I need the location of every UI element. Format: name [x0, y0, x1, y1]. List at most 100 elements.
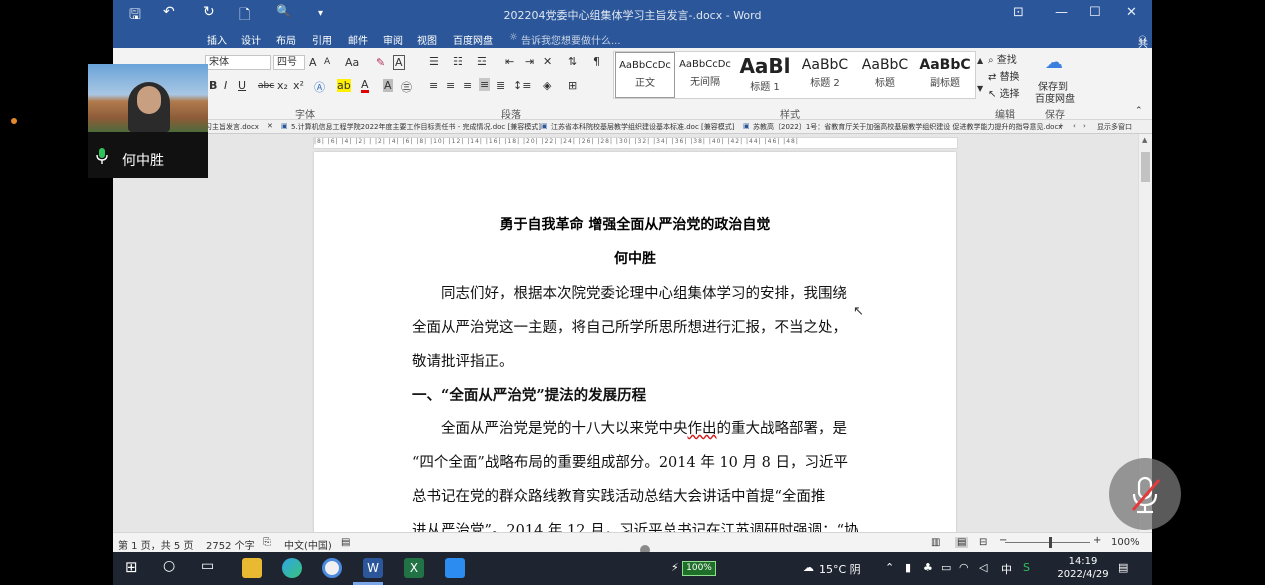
tab-insert[interactable]: 插入: [207, 32, 227, 47]
start-icon[interactable]: ⊞: [125, 558, 138, 576]
ime-indicator[interactable]: 中: [1001, 561, 1012, 577]
clear-format-icon[interactable]: ✎: [376, 56, 385, 69]
weather-text[interactable]: 15°C 阴: [819, 561, 861, 577]
minimize-button[interactable]: —: [1055, 5, 1068, 20]
shrink-font-button[interactable]: A: [324, 57, 330, 67]
justify-icon[interactable]: ≡: [479, 78, 491, 91]
highlight-icon[interactable]: ab: [337, 79, 351, 92]
close-button[interactable]: ✕: [1126, 5, 1137, 20]
horizontal-ruler[interactable]: |8| |6| |4| |2| | |2| |4| |6| |8| |10| |…: [313, 137, 958, 149]
volume-icon[interactable]: ◁: [979, 561, 987, 574]
word-count[interactable]: 2752 个字: [206, 537, 255, 552]
ribbon-display-icon[interactable]: ⊡: [1013, 5, 1024, 20]
style-no-spacing[interactable]: AaBbCcDc 无间隔: [675, 52, 735, 98]
underline-button[interactable]: U: [238, 79, 246, 92]
subscript-button[interactable]: x₂: [277, 79, 288, 92]
font-name-combo[interactable]: 宋体: [205, 55, 271, 70]
font-color-icon[interactable]: A: [361, 79, 369, 93]
tab-next-icon[interactable]: ›: [1083, 122, 1086, 130]
multi-window-button[interactable]: 显示多窗口: [1097, 122, 1132, 132]
excel-taskbar-icon[interactable]: X: [404, 558, 424, 578]
styles-scroll-up-icon[interactable]: ▲: [977, 56, 983, 65]
tab-review[interactable]: 审阅: [383, 32, 403, 47]
strikethrough-button[interactable]: abc: [258, 81, 274, 91]
tab-view[interactable]: 视图: [417, 32, 437, 47]
print-layout-icon[interactable]: ▤: [955, 537, 969, 548]
show-marks-icon[interactable]: ¶: [593, 55, 600, 68]
grow-font-button[interactable]: A: [309, 56, 317, 69]
new-tab-icon[interactable]: +: [1058, 122, 1064, 130]
borders-icon[interactable]: ⊞: [568, 79, 577, 92]
enclose-char-icon[interactable]: ㊂: [401, 79, 412, 95]
increase-indent-icon[interactable]: ⇥: [525, 55, 534, 68]
select-button[interactable]: ↖ 选择: [988, 85, 1020, 100]
italic-button[interactable]: I: [224, 79, 227, 92]
meeting-app-icon[interactable]: [445, 558, 465, 578]
zoom-in-button[interactable]: +: [1093, 535, 1101, 546]
scrollbar-thumb[interactable]: [1141, 152, 1150, 182]
styles-more-icon[interactable]: ▼: [977, 84, 983, 93]
align-center-icon[interactable]: ≡: [446, 79, 455, 92]
language[interactable]: 中文(中国): [284, 537, 332, 552]
distributed-icon[interactable]: ≣: [496, 79, 505, 92]
zoom-slider-thumb[interactable]: [1049, 537, 1052, 548]
doc-tab[interactable]: 5.计算机信息工程学院2022年度主要工作目标责任书 - 完成情况.doc [兼…: [291, 122, 541, 132]
page-count[interactable]: 第 1 页，共 5 页: [118, 537, 193, 552]
char-border-icon[interactable]: A: [393, 55, 405, 70]
shading-icon[interactable]: ◈: [543, 79, 551, 92]
read-mode-icon[interactable]: ▥: [931, 537, 940, 548]
line-spacing-icon[interactable]: ↕≡: [513, 79, 531, 92]
file-explorer-icon[interactable]: [242, 558, 262, 578]
tab-prev-icon[interactable]: ‹: [1073, 122, 1076, 130]
doc-tab[interactable]: 苏教高〔2022〕1号：省教育厅关于加强高校基层教学组织建设 促进教学能力提升的…: [753, 122, 1062, 132]
web-layout-icon[interactable]: ⊟: [979, 537, 987, 548]
style-heading-1[interactable]: AaBl 标题 1: [735, 52, 795, 98]
collapse-ribbon-icon[interactable]: ⌃: [1135, 106, 1143, 116]
char-shading-icon[interactable]: A: [383, 79, 393, 92]
battery-indicator[interactable]: 100%: [682, 561, 716, 576]
replace-button[interactable]: ⇄ 替换: [988, 68, 1020, 83]
task-view-icon[interactable]: ▭: [201, 558, 214, 574]
network-icon[interactable]: ◠: [959, 561, 969, 574]
tab-layout[interactable]: 布局: [276, 32, 296, 47]
document-page[interactable]: 勇于自我革命 增强全面从严治党的政治自觉 何中胜 同志们好，根据本次院党委论理中…: [314, 152, 956, 542]
doc-tab[interactable]: 习主旨发言.docx: [205, 122, 259, 132]
mute-toggle-button[interactable]: [1109, 458, 1181, 530]
style-heading-2[interactable]: AaBbC 标题 2: [795, 52, 855, 98]
chrome-icon[interactable]: [322, 558, 342, 578]
tell-me-search[interactable]: 告诉我您想要做什么...: [521, 32, 621, 47]
style-title[interactable]: AaBbC 标题: [855, 52, 915, 98]
tab-baidu-netdisk[interactable]: 百度网盘: [453, 32, 493, 47]
app-tray-icon[interactable]: ♣: [923, 561, 933, 574]
display-tray-icon[interactable]: ▭: [941, 561, 951, 574]
asian-layout-icon[interactable]: ✕: [543, 55, 552, 68]
zoom-slider[interactable]: [1005, 542, 1090, 543]
find-button[interactable]: ⌕ 查找: [988, 51, 1017, 66]
align-left-icon[interactable]: ≡: [429, 79, 438, 92]
bullets-icon[interactable]: ☰: [429, 55, 439, 68]
maximize-button[interactable]: ☐: [1089, 5, 1101, 20]
font-size-combo[interactable]: 四号: [273, 55, 305, 70]
mic-tray-icon[interactable]: ▮: [905, 561, 911, 574]
word-taskbar-icon[interactable]: W: [363, 558, 383, 578]
tab-references[interactable]: 引用: [312, 32, 332, 47]
macro-icon[interactable]: ▤: [341, 537, 350, 548]
clock[interactable]: 14:19 2022/4/29: [1053, 555, 1113, 581]
scroll-up-icon[interactable]: ▲: [1142, 136, 1147, 144]
superscript-button[interactable]: x²: [293, 79, 304, 92]
edge-icon[interactable]: [282, 558, 302, 578]
doc-tab[interactable]: 江苏省本科院校基层教学组织建设基本标准.doc [兼容模式]: [551, 122, 735, 132]
proofing-icon[interactable]: ⎘: [263, 537, 271, 548]
decrease-indent-icon[interactable]: ⇤: [505, 55, 514, 68]
sogou-ime-icon[interactable]: S: [1023, 561, 1030, 574]
change-case-button[interactable]: Aa: [345, 56, 359, 69]
bold-button[interactable]: B: [209, 79, 217, 92]
zoom-out-button[interactable]: −: [999, 535, 1007, 546]
style-subtitle[interactable]: AaBbC 副标题: [915, 52, 975, 98]
search-icon[interactable]: ○: [163, 558, 175, 574]
text-effects-icon[interactable]: Ⓐ: [314, 79, 325, 95]
tab-mailings[interactable]: 邮件: [348, 32, 368, 47]
sort-icon[interactable]: ⇅: [568, 55, 577, 68]
zoom-level[interactable]: 100%: [1111, 537, 1140, 548]
tab-design[interactable]: 设计: [241, 32, 261, 47]
